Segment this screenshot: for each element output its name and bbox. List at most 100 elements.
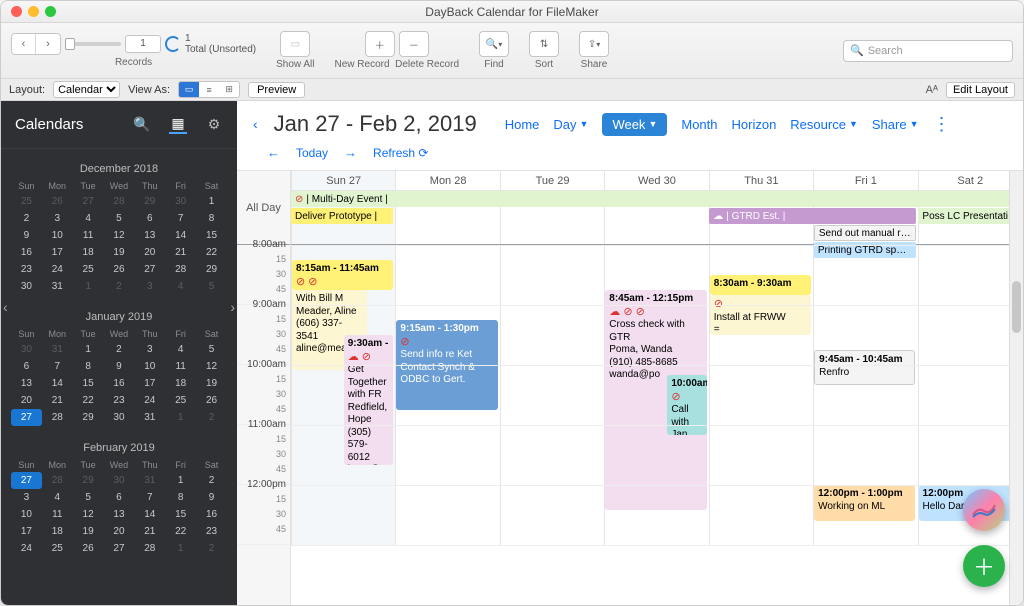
analytics-button[interactable]	[963, 489, 1005, 531]
mini-cal-day[interactable]: 8	[73, 358, 104, 375]
mini-cal-day[interactable]: 30	[165, 193, 196, 210]
edit-layout-button[interactable]: Edit Layout	[946, 82, 1015, 98]
mini-cal-day[interactable]: 13	[134, 227, 165, 244]
mini-cal-day[interactable]: 28	[42, 472, 73, 489]
mini-cal-day[interactable]: 14	[42, 375, 73, 392]
share-button[interactable]: ⇪▾	[579, 31, 609, 57]
mini-cal-day[interactable]: 2	[104, 341, 135, 358]
mini-cal-day[interactable]: 29	[73, 472, 104, 489]
mini-cal-day[interactable]: 12	[104, 227, 135, 244]
new-record-button[interactable]: ＋	[365, 31, 395, 57]
mini-cal-day[interactable]: 21	[134, 523, 165, 540]
allday-event[interactable]: ☁| GTRD Est. |	[709, 208, 916, 224]
mini-cal-day[interactable]: 6	[134, 210, 165, 227]
text-size-button[interactable]: Aᴬ	[926, 84, 938, 96]
mini-cal-day[interactable]: 30	[11, 341, 42, 358]
mini-cal-day[interactable]: 24	[11, 540, 42, 557]
mini-cal-day[interactable]: 4	[165, 341, 196, 358]
allday-event[interactable]: Poss LC Presentati…	[918, 208, 1020, 224]
mini-cal-day[interactable]: 2	[11, 210, 42, 227]
delete-record-button[interactable]: －	[399, 31, 429, 57]
nav-share[interactable]: Share▼	[872, 117, 919, 132]
mini-cal-day[interactable]: 9	[11, 227, 42, 244]
mini-cal-day[interactable]: 5	[196, 278, 227, 295]
mini-cal-day[interactable]: 4	[165, 278, 196, 295]
mini-cal-day[interactable]: 19	[73, 523, 104, 540]
mini-cal-day[interactable]: 16	[11, 244, 42, 261]
allday-event[interactable]: Deliver Prototype |	[291, 208, 393, 224]
mini-cal-day[interactable]: 27	[134, 261, 165, 278]
mini-cal-day[interactable]: 14	[165, 227, 196, 244]
mini-cal-day[interactable]: 25	[165, 392, 196, 409]
add-event-button[interactable]: ＋	[963, 545, 1005, 587]
mini-cal-day[interactable]: 14	[134, 506, 165, 523]
mini-cal-day[interactable]: 24	[134, 392, 165, 409]
next-record-button[interactable]: ›	[36, 34, 60, 54]
calendar-event[interactable]: 9:45am - 10:45amRenfro	[814, 350, 915, 385]
mini-cal-day[interactable]: 31	[134, 409, 165, 426]
mini-cal-day[interactable]: 18	[73, 244, 104, 261]
mini-cal-day[interactable]: 7	[42, 358, 73, 375]
mini-cal-day[interactable]: 30	[11, 278, 42, 295]
nav-month[interactable]: Month	[681, 117, 717, 132]
mini-cal-day[interactable]: 30	[104, 409, 135, 426]
mini-cal-day[interactable]: 21	[165, 244, 196, 261]
mini-cal-day[interactable]: 28	[104, 193, 135, 210]
nav-week[interactable]: Week▼	[602, 113, 667, 136]
mini-cal-day[interactable]: 27	[11, 409, 42, 426]
view-list-button[interactable]: ≡	[199, 82, 219, 97]
mini-cal-day[interactable]: 29	[73, 409, 104, 426]
mini-cal-day[interactable]: 12	[73, 506, 104, 523]
mini-cal-day[interactable]: 19	[196, 375, 227, 392]
mini-cal-day[interactable]: 28	[165, 261, 196, 278]
mini-cal-day[interactable]: 22	[165, 523, 196, 540]
more-menu-icon[interactable]: ⋮	[932, 114, 950, 135]
gear-icon[interactable]: ⚙	[205, 116, 223, 133]
mini-cal-day[interactable]: 3	[11, 489, 42, 506]
mini-cal-day[interactable]: 20	[104, 523, 135, 540]
mini-cal-day[interactable]: 28	[134, 540, 165, 557]
mini-cal-day[interactable]: 27	[104, 540, 135, 557]
find-button[interactable]: 🔍▾	[479, 31, 509, 57]
mini-cal-day[interactable]: 18	[42, 523, 73, 540]
vertical-scrollbar[interactable]	[1009, 171, 1023, 605]
mini-cal-day[interactable]: 2	[196, 540, 227, 557]
mini-cal-day[interactable]: 31	[134, 472, 165, 489]
mini-cal-day[interactable]: 1	[73, 341, 104, 358]
calendar-event[interactable]: 10:00am⊘Call with Jan Murphy	[667, 375, 706, 435]
mini-cal-day[interactable]: 2	[196, 472, 227, 489]
calendar-icon[interactable]: ▦	[169, 115, 187, 134]
nav-resource[interactable]: Resource▼	[790, 117, 858, 132]
mini-cal-day[interactable]: 24	[42, 261, 73, 278]
mini-cal-day[interactable]: 29	[134, 193, 165, 210]
mini-cal-day[interactable]: 10	[42, 227, 73, 244]
mini-cal-day[interactable]: 18	[165, 375, 196, 392]
mini-cal-day[interactable]: 5	[196, 341, 227, 358]
today-next-button[interactable]: →	[344, 145, 357, 160]
range-prev-button[interactable]: ‹	[251, 116, 260, 132]
mini-cal-day[interactable]: 22	[196, 244, 227, 261]
view-form-button[interactable]: ▭	[179, 82, 199, 97]
mini-cal-day[interactable]: 4	[73, 210, 104, 227]
mini-cal-day[interactable]: 17	[42, 244, 73, 261]
mini-cal-day[interactable]: 3	[134, 278, 165, 295]
mini-cal-day[interactable]: 1	[196, 193, 227, 210]
mini-cal-day[interactable]: 12	[196, 358, 227, 375]
mini-cal-day[interactable]: 31	[42, 341, 73, 358]
mini-cal-day[interactable]: 23	[104, 392, 135, 409]
record-slider[interactable]	[65, 38, 75, 50]
mini-cal-day[interactable]: 23	[11, 261, 42, 278]
nav-horizon[interactable]: Horizon	[732, 117, 777, 132]
sort-button[interactable]: ⇅	[529, 31, 559, 57]
mini-cal-day[interactable]: 17	[11, 523, 42, 540]
mini-cal-day[interactable]: 10	[11, 506, 42, 523]
mini-cal-day[interactable]: 15	[196, 227, 227, 244]
mini-cal-day[interactable]: 21	[42, 392, 73, 409]
mini-cal-day[interactable]: 7	[165, 210, 196, 227]
mini-cal-day[interactable]: 26	[73, 540, 104, 557]
calendar-event[interactable]: ⊘Install at FRWW=	[710, 295, 811, 335]
prev-record-button[interactable]: ‹	[12, 34, 36, 54]
mini-cal-day[interactable]: 7	[134, 489, 165, 506]
mini-cal-day[interactable]: 26	[104, 261, 135, 278]
preview-button[interactable]: Preview	[248, 82, 305, 98]
